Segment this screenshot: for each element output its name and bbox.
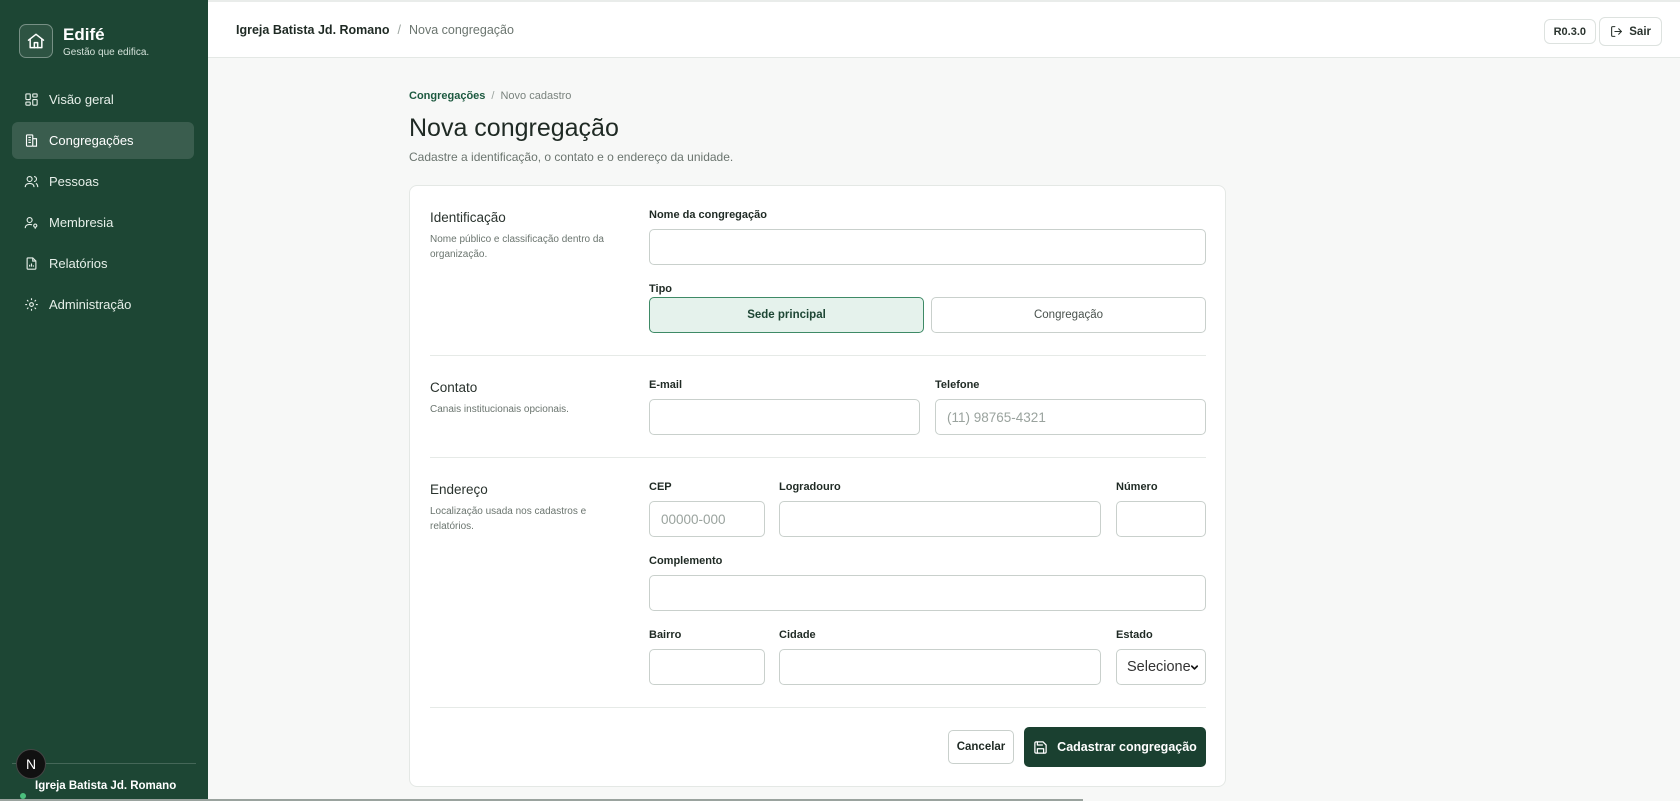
sidebar-item-label: Relatórios bbox=[49, 256, 108, 271]
nome-label: Nome da congregação bbox=[649, 209, 767, 221]
submit-button-label: Cadastrar congregação bbox=[1057, 740, 1197, 754]
topbar: Igreja Batista Jd. Romano / Nova congreg… bbox=[208, 0, 1680, 58]
sidebar-item-label: Visão geral bbox=[49, 92, 114, 107]
top-breadcrumb-current: Nova congregação bbox=[409, 23, 514, 37]
tipo-option-sede-principal[interactable]: Sede principal bbox=[649, 297, 924, 333]
sidebar-nav: Visão geral Congregações Pessoas Membres… bbox=[12, 81, 194, 327]
logradouro-label: Logradouro bbox=[779, 481, 841, 493]
version-badge: R0.3.0 bbox=[1543, 19, 1596, 44]
top-breadcrumb-separator: / bbox=[397, 23, 401, 37]
chevron-down-icon bbox=[1190, 665, 1199, 670]
brand-name: Edifé bbox=[63, 24, 105, 44]
brand[interactable]: Edifé Gestão que edifica. bbox=[19, 24, 149, 58]
top-breadcrumb: Igreja Batista Jd. Romano / Nova congreg… bbox=[236, 23, 514, 37]
numero-input[interactable] bbox=[1116, 501, 1206, 537]
breadcrumb: Congregações / Novo cadastro bbox=[409, 90, 733, 102]
breadcrumb-link-congregacoes[interactable]: Congregações bbox=[409, 90, 485, 102]
complemento-label: Complemento bbox=[649, 555, 723, 567]
n-badge[interactable]: N bbox=[16, 749, 46, 779]
sidebar-item-pessoas[interactable]: Pessoas bbox=[12, 163, 194, 200]
sidebar-item-relatorios[interactable]: Relatórios bbox=[12, 245, 194, 282]
cep-input[interactable]: 00000-000 bbox=[649, 501, 765, 537]
complemento-input[interactable] bbox=[649, 575, 1206, 611]
section-desc-contato: Canais institucionais opcionais. bbox=[430, 404, 569, 415]
submit-button[interactable]: Cadastrar congregação bbox=[1024, 727, 1206, 767]
nome-input[interactable] bbox=[649, 229, 1206, 265]
numero-label: Número bbox=[1116, 481, 1158, 493]
estado-label: Estado bbox=[1116, 629, 1153, 641]
cidade-input[interactable] bbox=[779, 649, 1101, 685]
page-subtitle: Cadastre a identificação, o contato e o … bbox=[409, 150, 734, 164]
page-header: Congregações / Novo cadastro Nova congre… bbox=[409, 90, 733, 164]
sidebar-org-name[interactable]: Igreja Batista Jd. Romano bbox=[35, 780, 176, 792]
sidebar-item-label: Membresia bbox=[49, 215, 114, 230]
house-icon bbox=[19, 24, 53, 58]
logout-icon bbox=[1611, 26, 1623, 37]
logradouro-input[interactable] bbox=[779, 501, 1101, 537]
top-breadcrumb-org: Igreja Batista Jd. Romano bbox=[236, 23, 390, 37]
bairro-input[interactable] bbox=[649, 649, 765, 685]
cancel-button[interactable]: Cancelar bbox=[948, 730, 1014, 764]
logout-label: Sair bbox=[1629, 25, 1651, 38]
cep-label: CEP bbox=[649, 481, 672, 493]
save-icon bbox=[1034, 740, 1047, 754]
sidebar-item-membresia[interactable]: Membresia bbox=[12, 204, 194, 241]
section-divider bbox=[430, 457, 1206, 458]
sidebar-item-congregacoes[interactable]: Congregações bbox=[12, 122, 194, 159]
sidebar-item-label: Congregações bbox=[49, 133, 134, 148]
telefone-label: Telefone bbox=[935, 379, 980, 391]
estado-select-value: Selecione bbox=[1127, 659, 1191, 675]
sidebar-item-label: Administração bbox=[49, 297, 132, 312]
section-divider bbox=[430, 355, 1206, 356]
section-title-identificacao: Identificação bbox=[430, 210, 506, 225]
estado-select[interactable]: Selecione bbox=[1116, 649, 1206, 685]
sidebar: Edifé Gestão que edifica. Visão geral Co… bbox=[0, 0, 208, 801]
section-title-endereco: Endereço bbox=[430, 482, 488, 497]
form-card: Identificação Nome público e classificaç… bbox=[409, 185, 1226, 787]
cidade-label: Cidade bbox=[779, 629, 816, 641]
gear-icon bbox=[23, 297, 39, 313]
grid-icon bbox=[23, 92, 39, 108]
logout-button[interactable]: Sair bbox=[1599, 17, 1662, 46]
section-desc-endereco: Localização usada nos cadastros e relató… bbox=[430, 506, 587, 532]
section-title-contato: Contato bbox=[430, 380, 478, 395]
section-divider bbox=[430, 707, 1206, 708]
bairro-label: Bairro bbox=[649, 629, 682, 641]
sidebar-item-administracao[interactable]: Administração bbox=[12, 286, 194, 323]
sidebar-item-label: Pessoas bbox=[49, 174, 99, 189]
breadcrumb-current: Novo cadastro bbox=[500, 90, 572, 102]
email-input[interactable] bbox=[649, 399, 920, 435]
email-label: E-mail bbox=[649, 379, 683, 391]
report-icon bbox=[23, 256, 39, 272]
user-key-icon bbox=[23, 215, 39, 231]
section-desc-identificacao: Nome público e classificação dentro da o… bbox=[430, 234, 604, 260]
telefone-input[interactable]: (11) 98765-4321 bbox=[935, 399, 1206, 435]
brand-tagline: Gestão que edifica. bbox=[63, 46, 150, 58]
tipo-label: Tipo bbox=[649, 283, 673, 295]
users-icon bbox=[23, 174, 39, 190]
page-title: Nova congregação bbox=[409, 114, 619, 142]
building-icon bbox=[23, 133, 39, 149]
tipo-option-congregacao[interactable]: Congregação bbox=[931, 297, 1206, 333]
breadcrumb-separator: / bbox=[491, 90, 495, 102]
sidebar-item-visao-geral[interactable]: Visão geral bbox=[12, 81, 194, 118]
